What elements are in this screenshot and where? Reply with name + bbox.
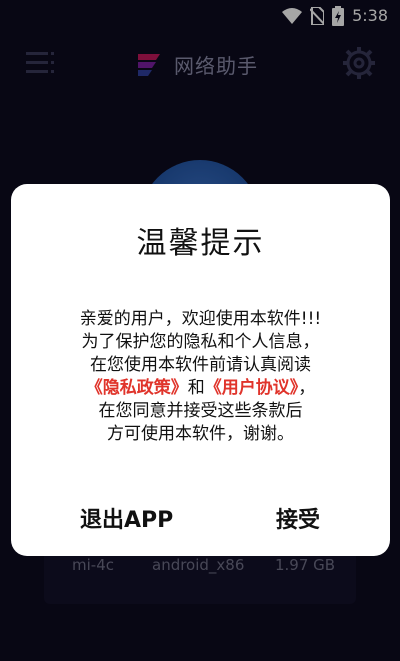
dialog-line-6: 方可使用本软件，谢谢。 (107, 424, 294, 444)
exit-app-button[interactable]: 退出APP (80, 502, 173, 534)
accept-button[interactable]: 接受 (276, 502, 320, 534)
conjunction-text: 和 (187, 378, 205, 398)
privacy-policy-link[interactable]: 《隐私政策》 (86, 378, 188, 398)
dialog-actions: 退出APP 接受 (11, 502, 390, 536)
dialog-line-1: 亲爱的用户，欢迎使用本软件!!! (79, 309, 322, 329)
user-agreement-link[interactable]: 《用户协议》 (205, 378, 299, 398)
dialog-body: 亲爱的用户，欢迎使用本软件!!! 为了保护您的隐私和个人信息， 在您使用本软件前… (31, 308, 370, 446)
dialog-line-links: 《隐私政策》和《用户协议》， (31, 377, 370, 400)
privacy-dialog: 温馨提示 亲爱的用户，欢迎使用本软件!!! 为了保护您的隐私和个人信息， 在您使… (11, 184, 390, 556)
dialog-line-2: 为了保护您的隐私和个人信息， (81, 332, 320, 352)
dialog-line-3: 在您使用本软件前请认真阅读 (90, 355, 311, 375)
dialog-line-5: 在您同意并接受这些条款后 (98, 401, 303, 421)
dialog-title: 温馨提示 (136, 226, 265, 261)
trailing-comma: ， (298, 378, 316, 398)
